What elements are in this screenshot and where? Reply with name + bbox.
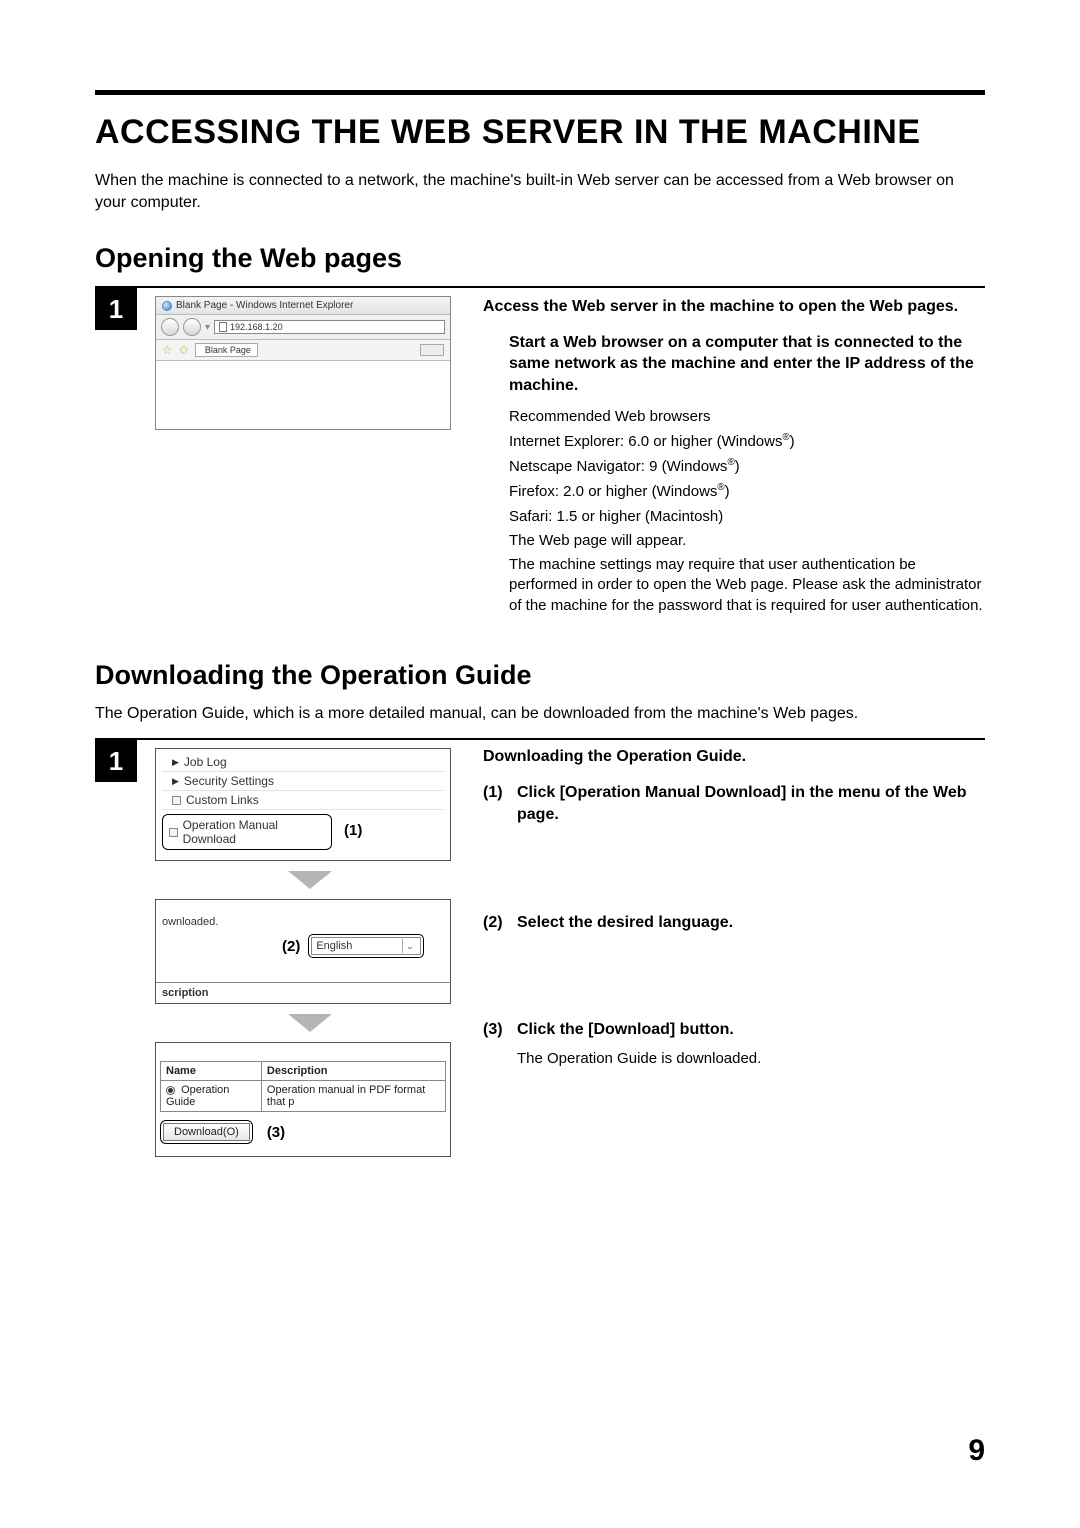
menu-label: Job Log <box>184 755 227 769</box>
browser-toolbar: ▾ 192.168.1.20 <box>156 315 450 340</box>
ol-text-3: Click the [Download] button. <box>517 1019 734 1041</box>
arrow-down-icon <box>288 1014 332 1032</box>
square-icon <box>169 828 178 837</box>
ol-body-3: The Operation Guide is downloaded. <box>517 1049 985 1069</box>
panel-fragment-header: scription <box>156 982 450 1003</box>
step-number-badge: 1 <box>95 288 137 330</box>
col-name: Name <box>161 1062 262 1081</box>
callout-3: (3) <box>267 1124 285 1141</box>
language-selected: English <box>316 940 352 952</box>
table-row: Operation Guide Operation manual in PDF … <box>161 1081 446 1112</box>
address-field: 192.168.1.20 <box>214 320 445 334</box>
toolbar-button-icon <box>420 344 444 356</box>
step-number-badge-2: 1 <box>95 740 137 782</box>
browser-screenshot: Blank Page - Windows Internet Explorer ▾… <box>155 288 465 430</box>
section2-intro: The Operation Guide, which is a more det… <box>95 703 985 725</box>
cell-name: Operation Guide <box>161 1081 262 1112</box>
web-page-appear: The Web page will appear. <box>509 531 985 551</box>
section2-screenshots: ▶ Job Log ▶ Security Settings Custom Lin… <box>155 740 465 1157</box>
ol-text-2: Select the desired language. <box>517 912 733 934</box>
section2-step: 1 ▶ Job Log ▶ Security Settings Custom L… <box>95 740 985 1157</box>
rec-ff: Firefox: 2.0 or higher (Windows®) <box>509 481 985 502</box>
rec-browsers-label: Recommended Web browsers <box>509 407 985 427</box>
section1-sublead: Start a Web browser on a computer that i… <box>509 332 985 397</box>
arrow-down-icon <box>288 871 332 889</box>
download-button: Download(O) <box>163 1123 250 1141</box>
table-header-row: Name Description <box>161 1062 446 1081</box>
download-button-highlight: Download(O) <box>160 1120 253 1144</box>
back-button-icon <box>161 318 179 336</box>
section1-heading: Opening the Web pages <box>95 243 985 274</box>
browser-favorites-bar: ☆ ✩ Blank Page <box>156 340 450 361</box>
panel-fragment-text: ownloaded. <box>162 916 444 928</box>
radio-icon <box>166 1086 175 1095</box>
square-icon <box>172 796 181 805</box>
webpage-menu-panel: ▶ Job Log ▶ Security Settings Custom Lin… <box>155 748 451 861</box>
language-select-highlight: English ⌄ <box>308 934 424 958</box>
triangle-icon: ▶ <box>172 757 179 768</box>
download-table: Name Description Operation Guide Operati… <box>160 1061 446 1112</box>
menu-label: Custom Links <box>186 793 259 807</box>
section1-step-text: Access the Web server in the machine to … <box>483 288 985 620</box>
section1-lead: Access the Web server in the machine to … <box>483 296 985 318</box>
cell-desc: Operation manual in PDF format that p <box>261 1081 445 1112</box>
instruction-1: (1) Click [Operation Manual Download] in… <box>483 782 985 825</box>
page-title: ACCESSING THE WEB SERVER IN THE MACHINE <box>95 113 985 152</box>
section2-lead: Downloading the Operation Guide. <box>483 748 985 766</box>
menu-item-joblog: ▶ Job Log <box>162 753 444 772</box>
forward-button-icon <box>183 318 201 336</box>
menu-item-security: ▶ Security Settings <box>162 772 444 791</box>
menu-item-customlinks: Custom Links <box>162 791 444 810</box>
star-plus-icon: ✩ <box>179 344 189 356</box>
browser-window-title: Blank Page - Windows Internet Explorer <box>176 300 353 311</box>
page-number: 9 <box>968 1434 985 1468</box>
menu-label: Security Settings <box>184 774 274 788</box>
instruction-3: (3) Click the [Download] button. The Ope… <box>483 1019 985 1069</box>
rec-nn: Netscape Navigator: 9 (Windows®) <box>509 456 985 477</box>
browser-window: Blank Page - Windows Internet Explorer ▾… <box>155 296 451 430</box>
ol-text-1: Click [Operation Manual Download] in the… <box>517 782 985 825</box>
download-panel: Name Description Operation Guide Operati… <box>155 1042 451 1157</box>
ie-icon <box>162 301 172 311</box>
section2-step-text: Downloading the Operation Guide. (1) Cli… <box>483 740 985 1069</box>
browser-viewport <box>156 361 450 429</box>
language-panel: ownloaded. (2) English ⌄ scription <box>155 899 451 1004</box>
star-icon: ☆ <box>162 344 173 356</box>
address-text: 192.168.1.20 <box>230 322 283 332</box>
callout-2: (2) <box>282 938 300 955</box>
ol-num-2: (2) <box>483 912 517 934</box>
intro-paragraph: When the machine is connected to a netwo… <box>95 170 985 213</box>
auth-note: The machine settings may require that us… <box>509 555 985 616</box>
menu-label: Operation Manual Download <box>183 818 325 846</box>
rec-sf: Safari: 1.5 or higher (Macintosh) <box>509 507 985 527</box>
ol-num-1: (1) <box>483 782 517 825</box>
callout-1: (1) <box>344 822 362 839</box>
menu-item-opmanual: Operation Manual Download <box>162 814 332 850</box>
col-desc: Description <box>261 1062 445 1081</box>
top-rule <box>95 90 985 95</box>
section2-heading: Downloading the Operation Guide <box>95 660 985 691</box>
triangle-icon: ▶ <box>172 776 179 787</box>
page-icon <box>219 322 227 332</box>
tab-label: Blank Page <box>205 345 251 355</box>
ol-num-3: (3) <box>483 1019 517 1041</box>
instruction-2: (2) Select the desired language. <box>483 912 985 934</box>
section1-step: 1 Blank Page - Windows Internet Explorer… <box>95 288 985 620</box>
language-select: English ⌄ <box>311 937 421 955</box>
browser-tab: Blank Page <box>195 343 258 357</box>
chevron-down-icon: ⌄ <box>402 939 416 953</box>
browser-titlebar: Blank Page - Windows Internet Explorer <box>156 297 450 315</box>
rec-ie: Internet Explorer: 6.0 or higher (Window… <box>509 431 985 452</box>
